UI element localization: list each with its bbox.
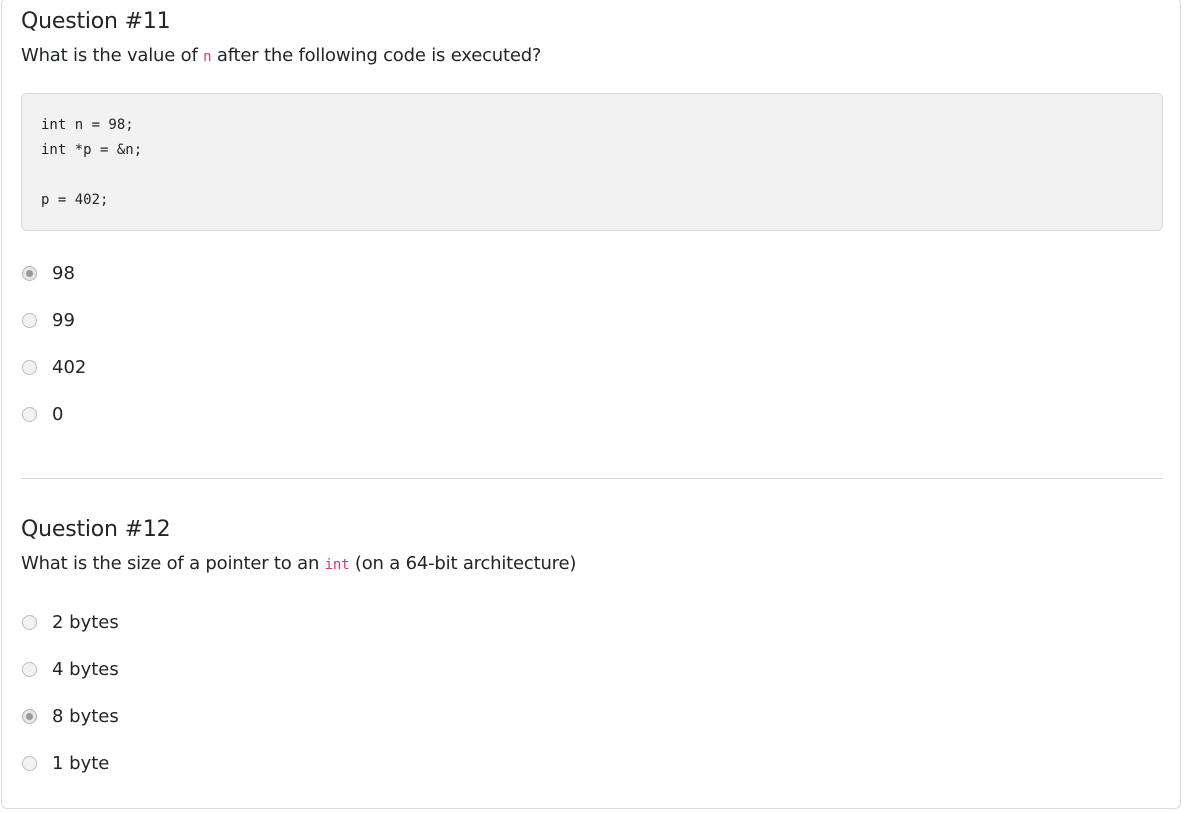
prompt-text-before: What is the value of: [21, 45, 204, 66]
code-block: int n = 98; int *p = &n; p = 402;: [21, 93, 1163, 231]
option-402[interactable]: 402: [21, 344, 86, 391]
option-8-bytes[interactable]: 8 bytes: [21, 693, 119, 740]
question-prompt: What is the size of a pointer to an int …: [21, 551, 1162, 578]
code-line: p = 402;: [41, 192, 109, 208]
prompt-text-before: What is the size of a pointer to an: [21, 553, 325, 574]
option-label: 99: [52, 309, 75, 331]
option-label: 4 bytes: [52, 658, 119, 680]
option-label: 402: [52, 356, 87, 378]
radio-button[interactable]: [22, 266, 37, 281]
question-prompt: What is the value of n after the followi…: [21, 43, 1162, 70]
question-title: Question #12: [21, 517, 171, 542]
option-label: 1 byte: [52, 752, 110, 774]
option-label: 2 bytes: [52, 611, 119, 633]
radio-button[interactable]: [22, 709, 37, 724]
code-line: int *p = &n;: [41, 142, 143, 158]
question-divider: [21, 478, 1163, 479]
prompt-text-after: (on a 64-bit architecture): [349, 553, 577, 574]
radio-button[interactable]: [22, 313, 37, 328]
question-12: Question #12 What is the size of a point…: [21, 515, 1162, 774]
option-1-byte[interactable]: 1 byte: [21, 740, 119, 787]
radio-button[interactable]: [22, 756, 37, 771]
inline-code: int: [324, 557, 350, 573]
question-11: Question #11 What is the value of n afte…: [21, 7, 1163, 425]
question-title: Question #11: [21, 9, 171, 34]
option-4-bytes[interactable]: 4 bytes: [21, 646, 119, 693]
radio-button[interactable]: [22, 407, 37, 422]
option-label: 0: [52, 403, 64, 425]
option-label: 8 bytes: [52, 705, 119, 727]
prompt-text-after: after the following code is executed?: [211, 45, 542, 66]
radio-button[interactable]: [22, 360, 37, 375]
answer-options: 98 99 402 0: [21, 250, 86, 438]
radio-button[interactable]: [22, 615, 37, 630]
answer-options: 2 bytes 4 bytes 8 bytes 1 byte: [21, 599, 119, 787]
option-0[interactable]: 0: [21, 391, 86, 438]
option-2-bytes[interactable]: 2 bytes: [21, 599, 119, 646]
option-label: 98: [52, 262, 75, 284]
option-99[interactable]: 99: [21, 297, 86, 344]
radio-button[interactable]: [22, 662, 37, 677]
code-line: int n = 98;: [41, 117, 134, 133]
option-98[interactable]: 98: [21, 250, 86, 297]
